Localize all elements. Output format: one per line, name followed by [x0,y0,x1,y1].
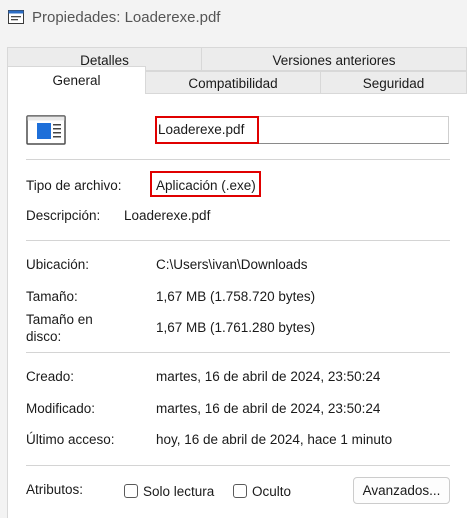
tab-label: Compatibilidad [188,76,278,91]
description-label: Descripción: [26,208,101,223]
tab-seguridad[interactable]: Seguridad [320,71,467,94]
tab-label: Versiones anteriores [272,53,396,68]
properties-window-icon [8,10,24,24]
size-value: 1,67 MB (1.758.720 bytes) [156,289,316,304]
size-on-disk-label-line2: disco: [26,329,62,344]
readonly-checkbox[interactable] [124,484,138,498]
general-tab-panel [7,93,467,518]
separator [26,465,450,466]
advanced-button[interactable]: Avanzados... [353,477,450,504]
size-on-disk-label: Tamaño en [26,312,93,327]
hidden-label[interactable]: Oculto [252,484,291,499]
attributes-label: Atributos: [26,482,84,497]
tab-general[interactable]: General [7,66,146,94]
created-value: martes, 16 de abril de 2024, 23:50:24 [156,369,381,384]
tab-compatibilidad[interactable]: Compatibilidad [145,71,321,94]
accessed-value: hoy, 16 de abril de 2024, hace 1 minuto [156,432,393,447]
tab-versiones-anteriores[interactable]: Versiones anteriores [201,47,467,71]
description-value: Loaderexe.pdf [124,208,211,223]
readonly-label[interactable]: Solo lectura [143,484,214,499]
separator [26,159,450,160]
size-label: Tamaño: [26,289,78,304]
separator [26,240,450,241]
file-name-field[interactable]: Loaderexe.pdf [155,116,449,144]
modified-label: Modificado: [26,401,96,416]
size-on-disk-value: 1,67 MB (1.761.280 bytes) [156,320,316,335]
location-label: Ubicación: [26,257,90,272]
window-title: Propiedades: Loaderexe.pdf [32,9,221,26]
modified-value: martes, 16 de abril de 2024, 23:50:24 [156,401,381,416]
tab-label: Detalles [80,53,129,68]
file-type-value: Aplicación (.exe) [156,178,256,193]
location-value: C:\Users\ivan\Downloads [156,257,308,272]
file-name-value: Loaderexe.pdf [158,122,245,137]
accessed-label: Último acceso: [26,432,115,447]
hidden-checkbox[interactable] [233,484,247,498]
application-file-icon [26,115,66,145]
separator [26,352,450,353]
created-label: Creado: [26,369,75,384]
tab-label: General [52,73,101,88]
file-type-label: Tipo de archivo: [26,178,122,193]
tab-label: Seguridad [362,76,425,91]
title-bar: Propiedades: Loaderexe.pdf [0,0,467,36]
